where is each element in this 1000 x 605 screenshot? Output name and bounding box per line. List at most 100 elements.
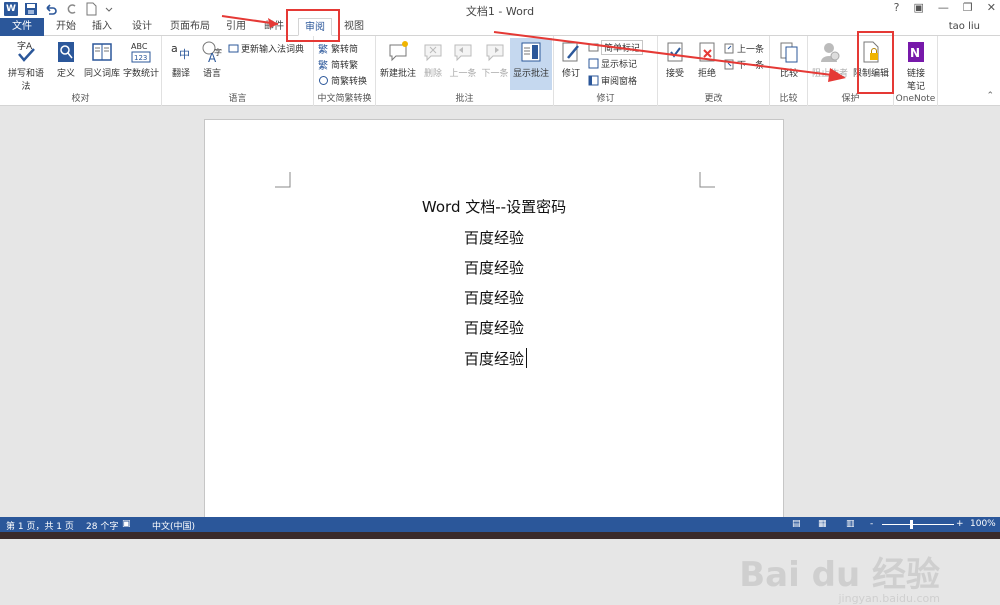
group-proofing: 字A 拼写和语法 定义 同义词库 ABC 123 字数统计 校对 (0, 36, 162, 106)
margin-corner-top-left (275, 172, 291, 188)
group-label-changes: 更改 (704, 94, 723, 104)
delete-comment-button[interactable]: 删除 (420, 40, 446, 79)
svg-text:字: 字 (214, 47, 222, 57)
web-layout-icon[interactable]: ▥ (846, 519, 855, 529)
tab-file[interactable]: 文件 (0, 18, 44, 36)
proofing-status-icon[interactable]: ▣ (122, 519, 131, 529)
close-button[interactable]: ✕ (987, 1, 996, 14)
minimize-button[interactable]: — (938, 1, 949, 14)
previous-comment-icon (454, 44, 472, 62)
collapse-ribbon-icon[interactable]: ⌃ (986, 91, 994, 101)
update-ime-label: 更新输入法词典 (241, 45, 305, 55)
group-label-language: 语言 (228, 94, 247, 104)
group-onenote: N 链接 笔记 OneNote (894, 36, 938, 106)
document-title-line: Word 文档--设置密码 (421, 198, 567, 216)
to-simplified-label: 繁转简 (331, 45, 359, 55)
document-page[interactable]: Word 文档--设置密码 百度经验 百度经验 百度经验 百度经验 百度经验 (204, 119, 784, 519)
svg-text:123: 123 (134, 54, 147, 62)
new-comment-icon (389, 41, 408, 62)
read-mode-icon[interactable]: ▤ (792, 519, 801, 529)
define-button[interactable]: 定义 (52, 40, 80, 79)
document-area: Word 文档--设置密码 百度经验 百度经验 百度经验 百度经验 百度经验 B… (0, 107, 1000, 605)
word-count-button[interactable]: ABC 123 字数统计 (122, 40, 160, 79)
group-chinese-conversion: 繁 繁转简 繁 简转繁 简繁转换 中文简繁转换 (314, 36, 376, 106)
svg-text:ABC: ABC (131, 42, 148, 51)
translate-icon: a中 (171, 42, 190, 61)
margin-corner-top-right (699, 172, 715, 188)
convert-button[interactable]: 简繁转换 (318, 74, 367, 87)
svg-text:繁: 繁 (318, 59, 328, 70)
svg-text:字A: 字A (17, 40, 33, 52)
taskbar (0, 532, 1000, 539)
linked-notes-button[interactable]: N 链接 笔记 (898, 40, 934, 92)
svg-text:繁: 繁 (318, 43, 328, 54)
language-globe-icon: A字 (202, 41, 222, 64)
user-name[interactable]: tao liu (949, 21, 980, 32)
tab-design[interactable]: 设计 (128, 18, 156, 36)
onenote-icon: N (908, 42, 924, 62)
tab-insert[interactable]: 插入 (88, 18, 116, 36)
to-traditional-button[interactable]: 繁 简转繁 (318, 58, 358, 71)
group-label-chinese: 中文简繁转换 (317, 94, 372, 104)
watermark-brand: Bai du 经验 (739, 555, 940, 595)
group-label-comments: 批注 (455, 94, 474, 104)
svg-text:N: N (910, 46, 920, 60)
convert-label: 简繁转换 (331, 77, 368, 87)
word-count-status[interactable]: 28 个字 (86, 519, 118, 532)
page-count[interactable]: 第 1 页，共 1 页 (6, 519, 74, 532)
language-status[interactable]: 中文(中国) (152, 519, 195, 532)
delete-comment-icon (424, 44, 442, 62)
zoom-slider-handle[interactable] (910, 520, 913, 529)
ime-dictionary-icon (228, 44, 239, 53)
convert-icon (319, 76, 328, 85)
document-line: 百度经验 (463, 350, 524, 368)
group-label-tracking: 修订 (596, 94, 615, 104)
title-bar: W 文档1 - Word ? ▣ — ❐ ✕ (0, 0, 1000, 18)
spelling-grammar-button[interactable]: 字A 拼写和语法 (4, 40, 48, 92)
update-ime-button[interactable]: 更新输入法词典 (228, 42, 304, 55)
thesaurus-button[interactable]: 同义词库 (82, 40, 122, 79)
zoom-level[interactable]: 100% (970, 519, 996, 529)
translate-button[interactable]: a中 翻译 (166, 40, 196, 79)
previous-comment-button[interactable]: 上一条 (448, 40, 478, 79)
document-line: 百度经验 (463, 229, 524, 247)
language-button[interactable]: A字 语言 (198, 40, 226, 79)
delete-comment-label: 删除 (423, 69, 442, 79)
svg-text:a: a (171, 42, 178, 55)
translate-label: 翻译 (171, 69, 190, 79)
document-line: 百度经验 (463, 319, 524, 337)
to-traditional-icon: 繁 (318, 59, 328, 70)
zoom-slider-track[interactable] (882, 524, 954, 525)
help-button[interactable]: ? (894, 1, 900, 14)
tab-home[interactable]: 开始 (52, 18, 80, 36)
define-icon (58, 42, 74, 62)
window-title: 文档1 - Word (465, 5, 535, 18)
word-count-label: 字数统计 (122, 69, 159, 79)
thesaurus-label: 同义词库 (83, 69, 120, 79)
zoom-in-button[interactable]: + (956, 519, 964, 529)
status-bar: 第 1 页，共 1 页 28 个字 ▣ 中文(中国) ▤ ▦ ▥ - + 100… (0, 517, 1000, 532)
language-label: 语言 (202, 69, 221, 79)
new-comment-button[interactable]: 新建批注 (378, 40, 418, 79)
restore-button[interactable]: ❐ (963, 1, 973, 14)
thesaurus-icon (92, 43, 112, 61)
baidu-watermark: Bai du 经验 jingyan.baidu.com (739, 547, 940, 605)
new-comment-label: 新建批注 (379, 69, 416, 79)
document-line: 百度经验 (463, 259, 524, 277)
tab-page-layout[interactable]: 页面布局 (168, 18, 212, 36)
linked-notes-label: 链接 笔记 (906, 69, 925, 92)
window-controls: ? ▣ — ❐ ✕ (894, 1, 996, 14)
tab-view[interactable]: 视图 (340, 18, 368, 36)
word-count-icon: ABC 123 (131, 42, 151, 63)
highlight-review-tab (286, 9, 340, 42)
text-cursor (526, 348, 527, 368)
to-simplified-button[interactable]: 繁 繁转简 (318, 42, 358, 55)
print-layout-icon[interactable]: ▦ (818, 519, 827, 529)
group-label-proofing: 校对 (71, 94, 90, 104)
to-simplified-icon: 繁 (318, 43, 328, 54)
ribbon-display-icon[interactable]: ▣ (914, 1, 924, 14)
arrow-to-restrict-editing (493, 31, 846, 82)
spelling-check-icon: 字A (17, 40, 35, 62)
zoom-out-button[interactable]: - (870, 519, 873, 529)
group-language: a中 翻译 A字 语言 更新输入法词典 语言 (162, 36, 314, 106)
